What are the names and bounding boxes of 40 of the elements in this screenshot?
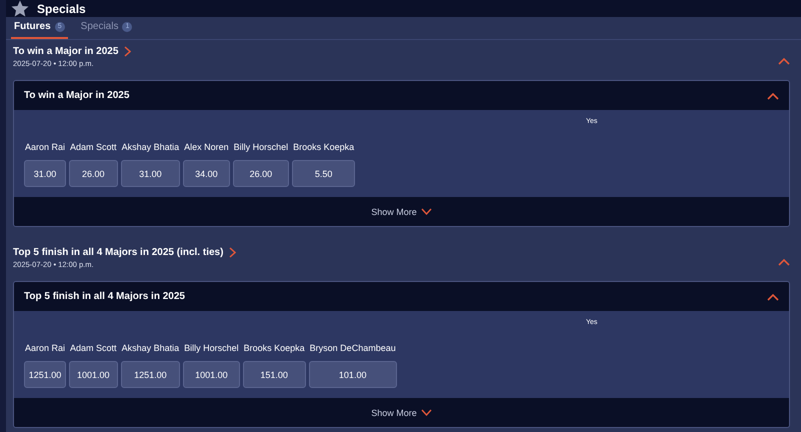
chevron-up-icon[interactable] xyxy=(778,258,790,266)
chevron-up-icon[interactable] xyxy=(767,292,779,300)
show-more-button[interactable]: Show More xyxy=(14,197,789,226)
odds-button[interactable]: 26.00 xyxy=(232,160,290,187)
event-title[interactable]: Top 5 finish in all 4 Majors in 2025 (incl. ties) xyxy=(13,247,224,258)
selection-name: Brooks Koepka xyxy=(292,142,356,152)
odds-button[interactable]: 31.00 xyxy=(24,160,66,187)
odds-button[interactable]: 1251.00 xyxy=(120,361,180,388)
odds-button[interactable]: 34.00 xyxy=(183,160,230,187)
show-more-button[interactable]: Show More xyxy=(14,398,789,427)
selection-name: Adam Scott xyxy=(69,343,118,353)
selection-name: Billy Horschel xyxy=(232,142,290,152)
odds-button[interactable]: 31.00 xyxy=(120,160,180,187)
chevron-right-icon[interactable] xyxy=(229,247,236,258)
selection-name: Aaron Rai xyxy=(24,343,66,353)
odds-button[interactable]: 1001.00 xyxy=(69,361,118,388)
event-title[interactable]: To win a Major in 2025 xyxy=(13,46,118,57)
selection-name: Brooks Koepka xyxy=(242,343,306,353)
selection-name: Alex Noren xyxy=(183,142,230,152)
chevron-right-icon[interactable] xyxy=(124,46,132,57)
selection-name: Bryson DeChambeau xyxy=(308,343,397,353)
selection-name: Akshay Bhatia xyxy=(120,142,180,152)
market-title: Top 5 finish in all 4 Majors in 2025 xyxy=(24,291,185,302)
selection-name: Billy Horschel xyxy=(183,343,240,353)
odds-button[interactable]: 5.50 xyxy=(292,160,356,187)
chevron-up-icon[interactable] xyxy=(767,92,779,100)
odds-button[interactable]: 101.00 xyxy=(308,361,397,388)
chevron-down-icon xyxy=(420,208,432,215)
selection-name: Adam Scott xyxy=(69,142,118,152)
selection-name: Akshay Bhatia xyxy=(120,343,180,353)
odds-button[interactable]: 26.00 xyxy=(69,160,118,187)
page-title: Specials xyxy=(37,2,86,16)
chevron-down-icon xyxy=(420,409,432,416)
star-icon xyxy=(11,0,29,17)
odds-button[interactable]: 151.00 xyxy=(242,361,306,388)
odds-button[interactable]: 1251.00 xyxy=(24,361,66,388)
selection-name: Aaron Rai xyxy=(24,142,66,152)
market-title: To win a Major in 2025 xyxy=(24,90,130,101)
odds-button[interactable]: 1001.00 xyxy=(183,361,240,388)
chevron-up-icon[interactable] xyxy=(778,57,790,65)
